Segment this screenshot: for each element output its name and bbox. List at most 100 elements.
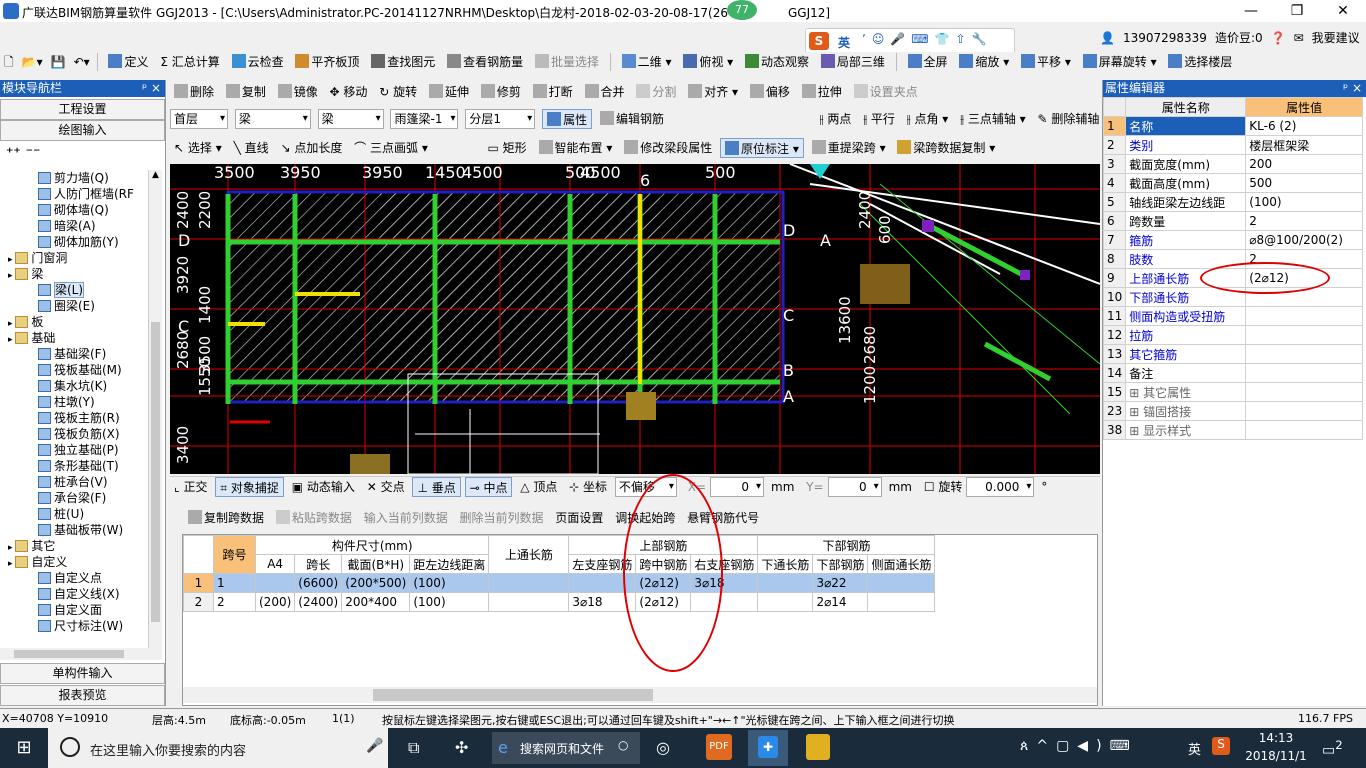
top-view-button[interactable]: 俯视 ▾ — [679, 52, 737, 72]
expand-arrow-icon[interactable]: ▸ — [8, 335, 15, 345]
property-value[interactable]: (100) — [1245, 192, 1363, 212]
property-value[interactable] — [1245, 363, 1363, 383]
expand-arrow-icon[interactable]: ▸ — [8, 319, 15, 329]
extend-button[interactable]: 延伸 — [425, 82, 473, 102]
grid-hscroll[interactable] — [183, 687, 1097, 703]
tree-item[interactable]: 暗梁(A) — [38, 218, 96, 234]
ortho-button[interactable]: ⌞ 正交 — [170, 477, 211, 497]
tree-folder[interactable]: ▸ 自定义 — [8, 554, 67, 570]
tree-item[interactable]: 承台梁(F) — [38, 490, 106, 506]
table-cell[interactable]: 200*400 — [341, 592, 411, 612]
table-cell[interactable]: (6600) — [294, 573, 343, 593]
property-row[interactable]: 1 名称 KL-6 (2) — [1102, 116, 1363, 136]
x-input[interactable]: 0 — [710, 477, 764, 497]
property-value[interactable] — [1245, 287, 1363, 307]
ime-toolbar[interactable]: S 英 ʼ☺🎤⌨👕⇧🔧 — [805, 28, 1015, 54]
cloud-check-button[interactable]: 云检查 — [228, 52, 288, 72]
stretch-button[interactable]: 拉伸 — [798, 82, 846, 102]
task-view-icon[interactable]: ⧉ — [408, 738, 419, 758]
tree-item[interactable]: 筏板负筋(X) — [38, 426, 120, 442]
property-row[interactable]: 3 截面宽度(mm) 200 — [1102, 154, 1363, 174]
table-cell[interactable]: (2400) — [294, 592, 343, 612]
table-cell[interactable]: 1 — [213, 573, 256, 593]
2d-button[interactable]: 二维 ▾ — [618, 52, 676, 72]
expand-arrow-icon[interactable]: ▸ — [8, 559, 15, 569]
phone-label[interactable]: 13907298339 — [1119, 28, 1211, 48]
page-setup-button[interactable]: 页面设置 — [551, 508, 607, 528]
table-cell[interactable]: (2⌀12) — [635, 592, 692, 612]
component-select[interactable]: 雨篷梁-1 — [390, 109, 459, 129]
find-element-button[interactable]: 查找图元 — [367, 52, 439, 72]
tree-item[interactable]: 筏板基础(M) — [38, 362, 122, 378]
property-value[interactable]: (2⌀12) — [1245, 268, 1363, 288]
fullscreen-button[interactable]: 全屏 — [904, 52, 952, 72]
windows-start-icon[interactable]: ⊞ — [0, 728, 48, 768]
cantilever-code-button[interactable]: 悬臂钢筋代号 — [683, 508, 763, 528]
point-angle-button[interactable]: ⫲ 点角 ▾ — [903, 109, 953, 129]
property-value[interactable] — [1245, 306, 1363, 326]
open-icon[interactable]: 📂▾ — [18, 52, 47, 72]
layer-select[interactable]: 分层1 — [465, 109, 536, 129]
table-row[interactable]: 2 2 (200) (2400) 200*400 (100) 3⌀18 (2⌀12) 2⌀14 — [183, 592, 936, 612]
property-row[interactable]: 5 轴线距梁左边线距 (100) — [1102, 192, 1363, 212]
property-row[interactable]: 23 ⊞ 锚固搭接 — [1102, 401, 1363, 421]
tree-folder[interactable]: ▸ 门窗洞 — [8, 250, 67, 266]
input-col-button[interactable]: 输入当前列数据 — [360, 508, 452, 528]
tree-item[interactable]: 自定义点 — [38, 570, 102, 586]
new-file-icon[interactable]: 🗋 — [0, 52, 18, 72]
table-cell[interactable]: (200*500) — [341, 573, 411, 593]
tree-item[interactable]: 独立基础(P) — [38, 442, 119, 458]
property-row[interactable]: 10 下部通长筋 — [1102, 287, 1363, 307]
modify-span-props-button[interactable]: 修改梁段属性 — [620, 138, 716, 158]
flush-slab-button[interactable]: 平齐板顶 — [291, 52, 363, 72]
tree-hscroll[interactable] — [0, 648, 162, 660]
property-row[interactable]: 6 跨数量 2 — [1102, 211, 1363, 231]
parallel-button[interactable]: ⫲ 平行 — [859, 109, 899, 129]
close-button[interactable]: ✕ — [1320, 0, 1366, 22]
property-row[interactable]: 38 ⊞ 显示样式 — [1102, 420, 1363, 440]
property-row[interactable]: 13 其它箍筋 — [1102, 344, 1363, 364]
table-cell[interactable] — [488, 592, 570, 612]
table-cell[interactable]: (100) — [409, 592, 490, 612]
set-grip-button[interactable]: 设置夹点 — [850, 82, 922, 102]
tree-item[interactable]: 条形基础(T) — [38, 458, 119, 474]
tree-item[interactable]: 桩(U) — [38, 506, 84, 522]
chrome-icon[interactable]: ◎ — [656, 738, 670, 757]
notes-app-icon[interactable] — [806, 734, 830, 760]
move-button[interactable]: ✥ 移动 — [326, 82, 372, 102]
midpoint-button[interactable]: ⊸ 中点 — [464, 477, 513, 497]
property-value[interactable]: ⌀8@100/200(2) — [1245, 230, 1363, 250]
offset-mode-select[interactable]: 不偏移 — [614, 477, 677, 497]
tree-item[interactable]: 尺寸标注(W) — [38, 618, 123, 634]
single-component-button[interactable]: 单构件输入 — [0, 663, 165, 684]
table-cell[interactable]: 2⌀14 — [812, 592, 869, 612]
property-row[interactable]: 9 上部通长筋 (2⌀12) — [1102, 268, 1363, 288]
table-cell[interactable] — [488, 573, 570, 593]
delete-axis-button[interactable]: ✎ 删除辅轴 — [1034, 109, 1104, 129]
split-button[interactable]: 分割 — [632, 82, 680, 102]
tree-item[interactable]: 筏板主筋(R) — [38, 410, 120, 426]
expand-plus-icon[interactable]: ⊞ — [1129, 386, 1143, 400]
expand-plus-icon[interactable]: ⊞ — [1129, 405, 1143, 419]
coordinate-button[interactable]: ⊹ 坐标 — [565, 477, 611, 497]
tree-item[interactable]: 自定义面 — [38, 602, 102, 618]
property-row[interactable]: 14 备注 — [1102, 363, 1363, 383]
web-search-box[interactable]: e 搜索网页和文件 ○ — [492, 732, 640, 764]
tree-item[interactable]: 柱墩(Y) — [38, 394, 95, 410]
property-row[interactable]: 7 箍筋 ⌀8@100/200(2) — [1102, 230, 1363, 250]
notification-icon[interactable]: ▭2 — [1322, 738, 1343, 759]
category-select[interactable]: 梁 — [234, 109, 311, 129]
property-value[interactable] — [1245, 344, 1363, 364]
maximize-button[interactable]: ❐ — [1274, 0, 1320, 22]
trim-button[interactable]: 修剪 — [477, 82, 525, 102]
dynamic-input-button[interactable]: ▣ 动态输入 — [288, 477, 359, 497]
tree-item[interactable]: 人防门框墙(RF — [38, 186, 134, 202]
minimize-button[interactable]: — — [1228, 0, 1274, 22]
select-button[interactable]: ↖ 选择 ▾ — [170, 138, 226, 158]
rotate-input[interactable]: 0.000 — [966, 477, 1035, 497]
mic-icon[interactable]: 🎤 — [366, 738, 383, 754]
vertex-button[interactable]: △ 顶点 — [516, 477, 561, 497]
local-3d-button[interactable]: 局部三维 — [817, 52, 889, 72]
dynamic-view-button[interactable]: 动态观察 — [741, 52, 813, 72]
tree-folder[interactable]: ▸ 基础 — [8, 330, 55, 346]
